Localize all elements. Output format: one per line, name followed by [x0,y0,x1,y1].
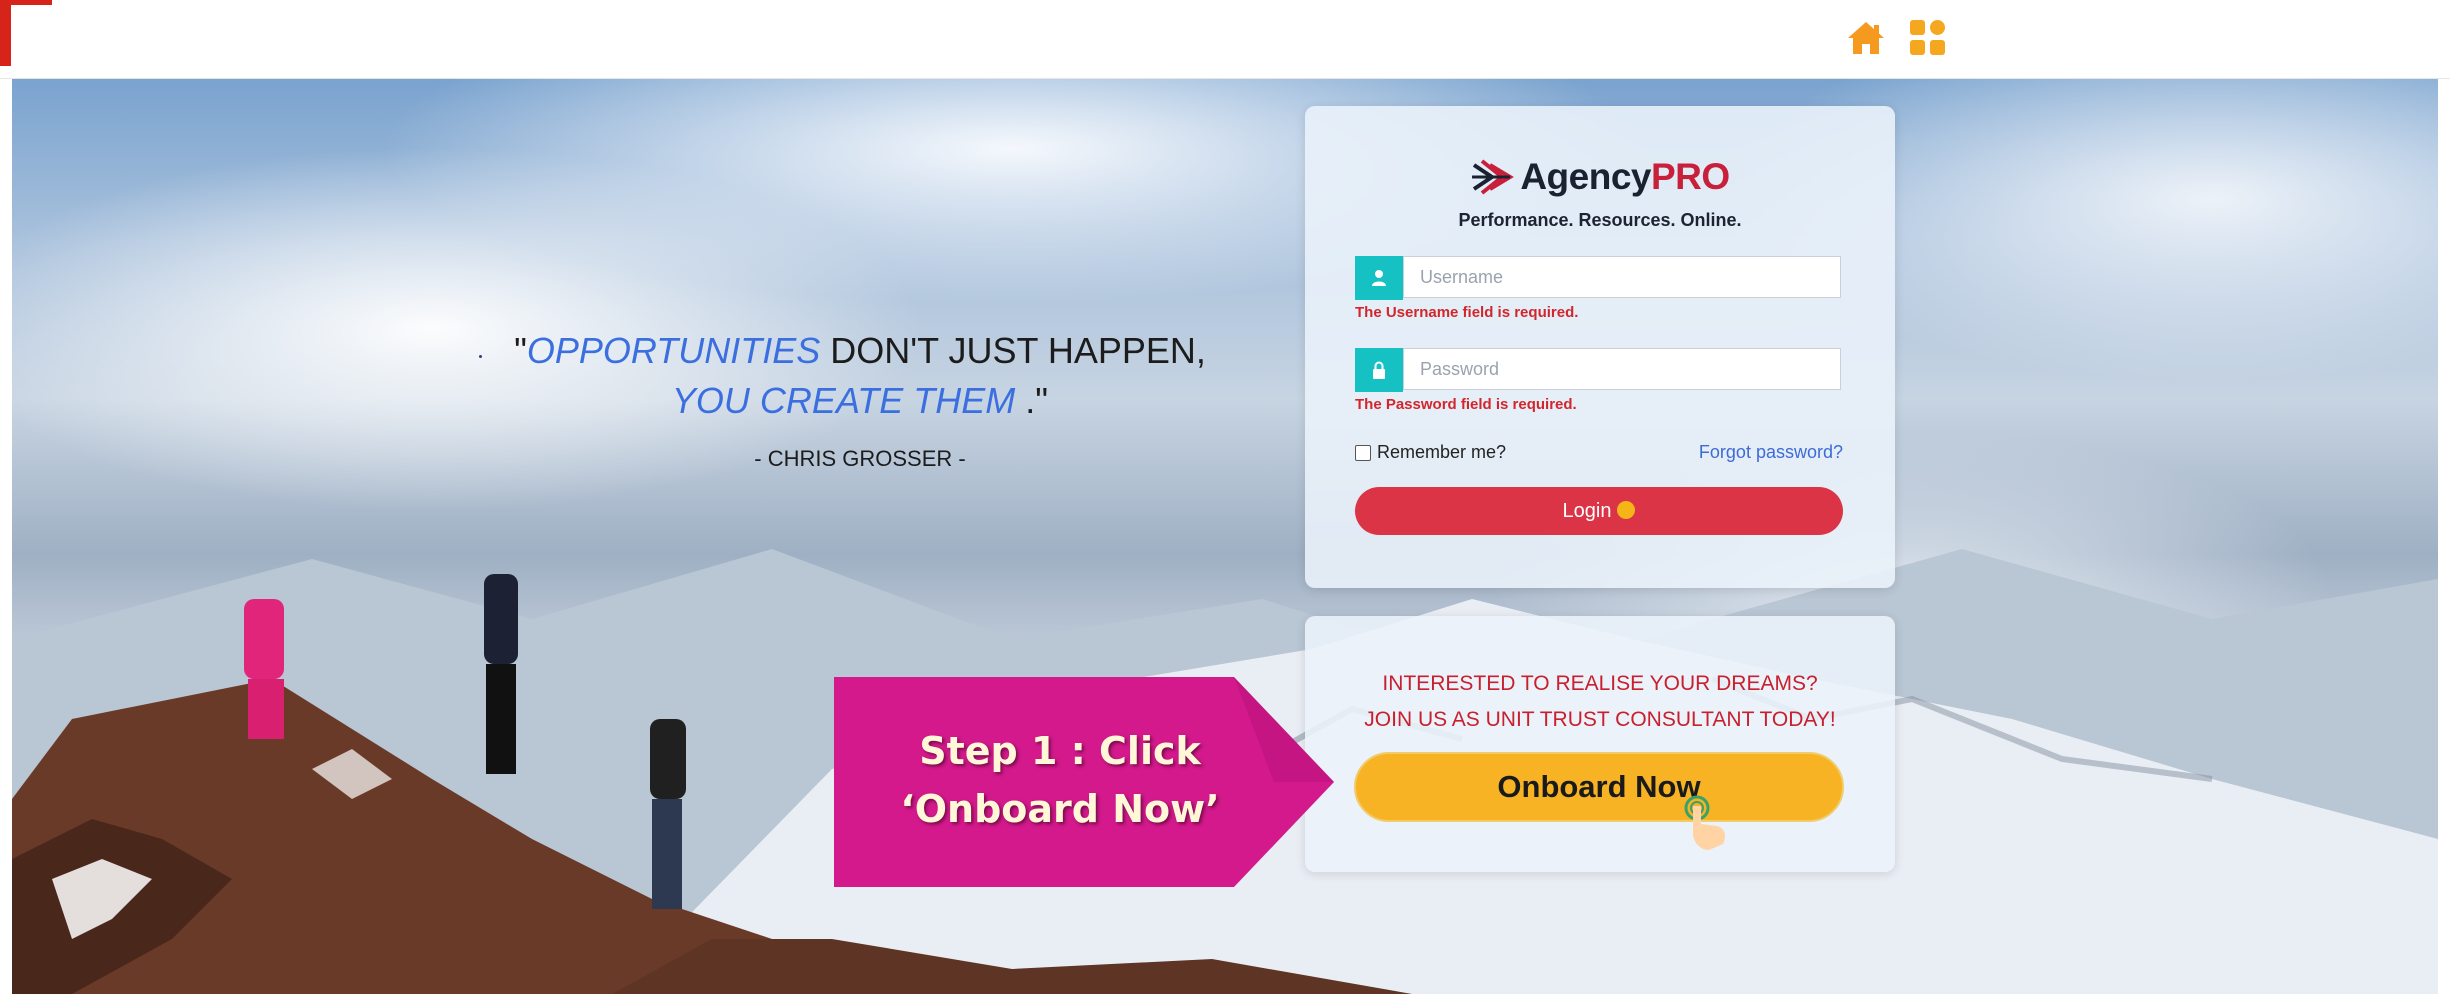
lock-icon [1355,348,1403,392]
password-field [1355,348,1843,392]
login-button[interactable]: Login [1355,487,1843,535]
callout-line-2: ‘Onboard Now’ [900,787,1220,831]
step-callout-text: Step 1 : Click ‘Onboard Now’ [850,722,1270,838]
login-card: AgencyPRO Performance. Resources. Online… [1305,106,1895,588]
onboard-line-2: JOIN US AS UNIT TRUST CONSULTANT TODAY! [1364,708,1836,731]
apps-grid-icon[interactable] [1908,18,1948,58]
quote-accent-2: YOU CREATE THEM [671,380,1016,421]
brand-name-main: Agency [1520,156,1651,197]
top-bar [0,0,2450,79]
username-field [1355,256,1843,300]
agencypro-logo: AgencyPRO [1305,156,1895,198]
quote-line-2: YOU CREATE THEM ." [360,376,1360,426]
onboard-now-button[interactable]: Onboard Now [1354,752,1844,822]
username-error: The Username field is required. [1355,304,1579,321]
forgot-password-link[interactable]: Forgot password? [1699,442,1843,463]
password-input[interactable] [1403,348,1841,390]
quote-accent-1: OPPORTUNITIES [526,330,821,371]
tagline: Performance. Resources. Online. [1458,210,1742,230]
motivational-quote: "OPPORTUNITIES DON'T JUST HAPPEN, YOU CR… [360,326,1360,484]
brand-name: AgencyPRO [1520,156,1730,198]
user-icon [1355,256,1403,300]
callout-line-1: Step 1 : Click [919,729,1201,773]
onboard-invitation: INTERESTED TO REALISE YOUR DREAMS? JOIN … [1305,666,1895,738]
quote-line-1: "OPPORTUNITIES DON'T JUST HAPPEN, [360,326,1360,376]
quote-close-mark: ." [1015,380,1049,421]
arrow-circle-icon [1617,500,1636,519]
login-button-label: Login [1562,500,1612,522]
password-error: The Password field is required. [1355,396,1577,413]
home-icon[interactable] [1846,20,1886,56]
quote-plain-1: DON'T JUST HAPPEN, [820,330,1206,371]
quote-open-mark: " [514,330,527,371]
brand-name-accent: PRO [1650,156,1730,197]
remember-me-label: Remember me? [1377,442,1507,462]
agencypro-mark-icon [1472,159,1515,195]
quote-author: - CHRIS GROSSER - [754,446,966,471]
remember-me[interactable]: Remember me? [1355,442,1506,463]
brand-corner-accent [0,0,52,66]
onboard-card: INTERESTED TO REALISE YOUR DREAMS? JOIN … [1305,616,1895,872]
username-input[interactable] [1403,256,1841,298]
remember-me-checkbox[interactable] [1355,444,1371,461]
pointing-hand-icon [1684,795,1725,850]
onboard-line-1: INTERESTED TO REALISE YOUR DREAMS? [1382,672,1818,695]
onboard-now-label: Onboard Now [1497,769,1701,804]
